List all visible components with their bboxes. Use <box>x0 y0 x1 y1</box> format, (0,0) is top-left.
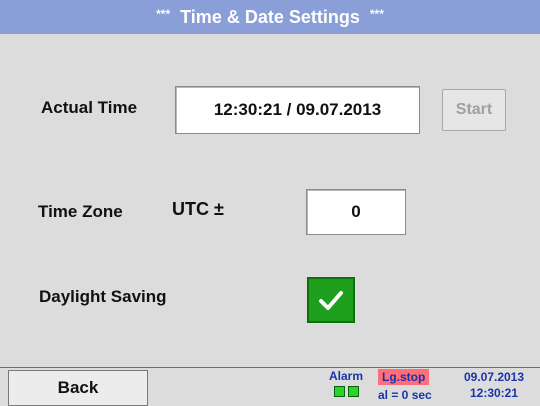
alarm-label: Alarm <box>328 369 363 383</box>
log-interval: al = 0 sec <box>378 388 432 402</box>
actual-time-label: Actual Time <box>41 98 138 117</box>
time-zone-label: Time Zone <box>38 202 123 221</box>
alarm-status: Alarm <box>320 369 372 406</box>
log-stop-badge: Lg.stop <box>378 369 430 385</box>
utc-label: UTC ± <box>172 199 224 219</box>
settings-screen: *** Time & Date Settings *** Actual Time… <box>0 0 540 406</box>
led-indicator-icon <box>333 386 345 397</box>
status-datetime: 09.07.2013 12:30:21 <box>450 369 538 406</box>
start-button[interactable]: Start <box>442 89 506 131</box>
back-button[interactable]: Back <box>8 370 148 406</box>
title-stars-left: *** <box>156 7 171 21</box>
time-zone-field[interactable]: 0 <box>306 189 406 235</box>
status-date: 09.07.2013 <box>463 370 525 384</box>
led-indicator-icon <box>347 386 359 397</box>
title-bar: *** Time & Date Settings *** <box>0 0 540 34</box>
daylight-saving-label: Daylight Saving <box>39 287 167 306</box>
status-time: 12:30:21 <box>469 386 519 400</box>
checkmark-icon <box>319 291 343 310</box>
page-title: Time & Date Settings <box>180 6 360 27</box>
daylight-saving-checkbox[interactable] <box>307 277 355 323</box>
footer-divider <box>0 367 540 368</box>
alarm-leds <box>333 386 359 397</box>
actual-time-field[interactable]: 12:30:21 / 09.07.2013 <box>175 86 420 134</box>
title-stars-right: *** <box>369 7 384 21</box>
logger-status: Lg.stop al = 0 sec <box>374 369 446 406</box>
